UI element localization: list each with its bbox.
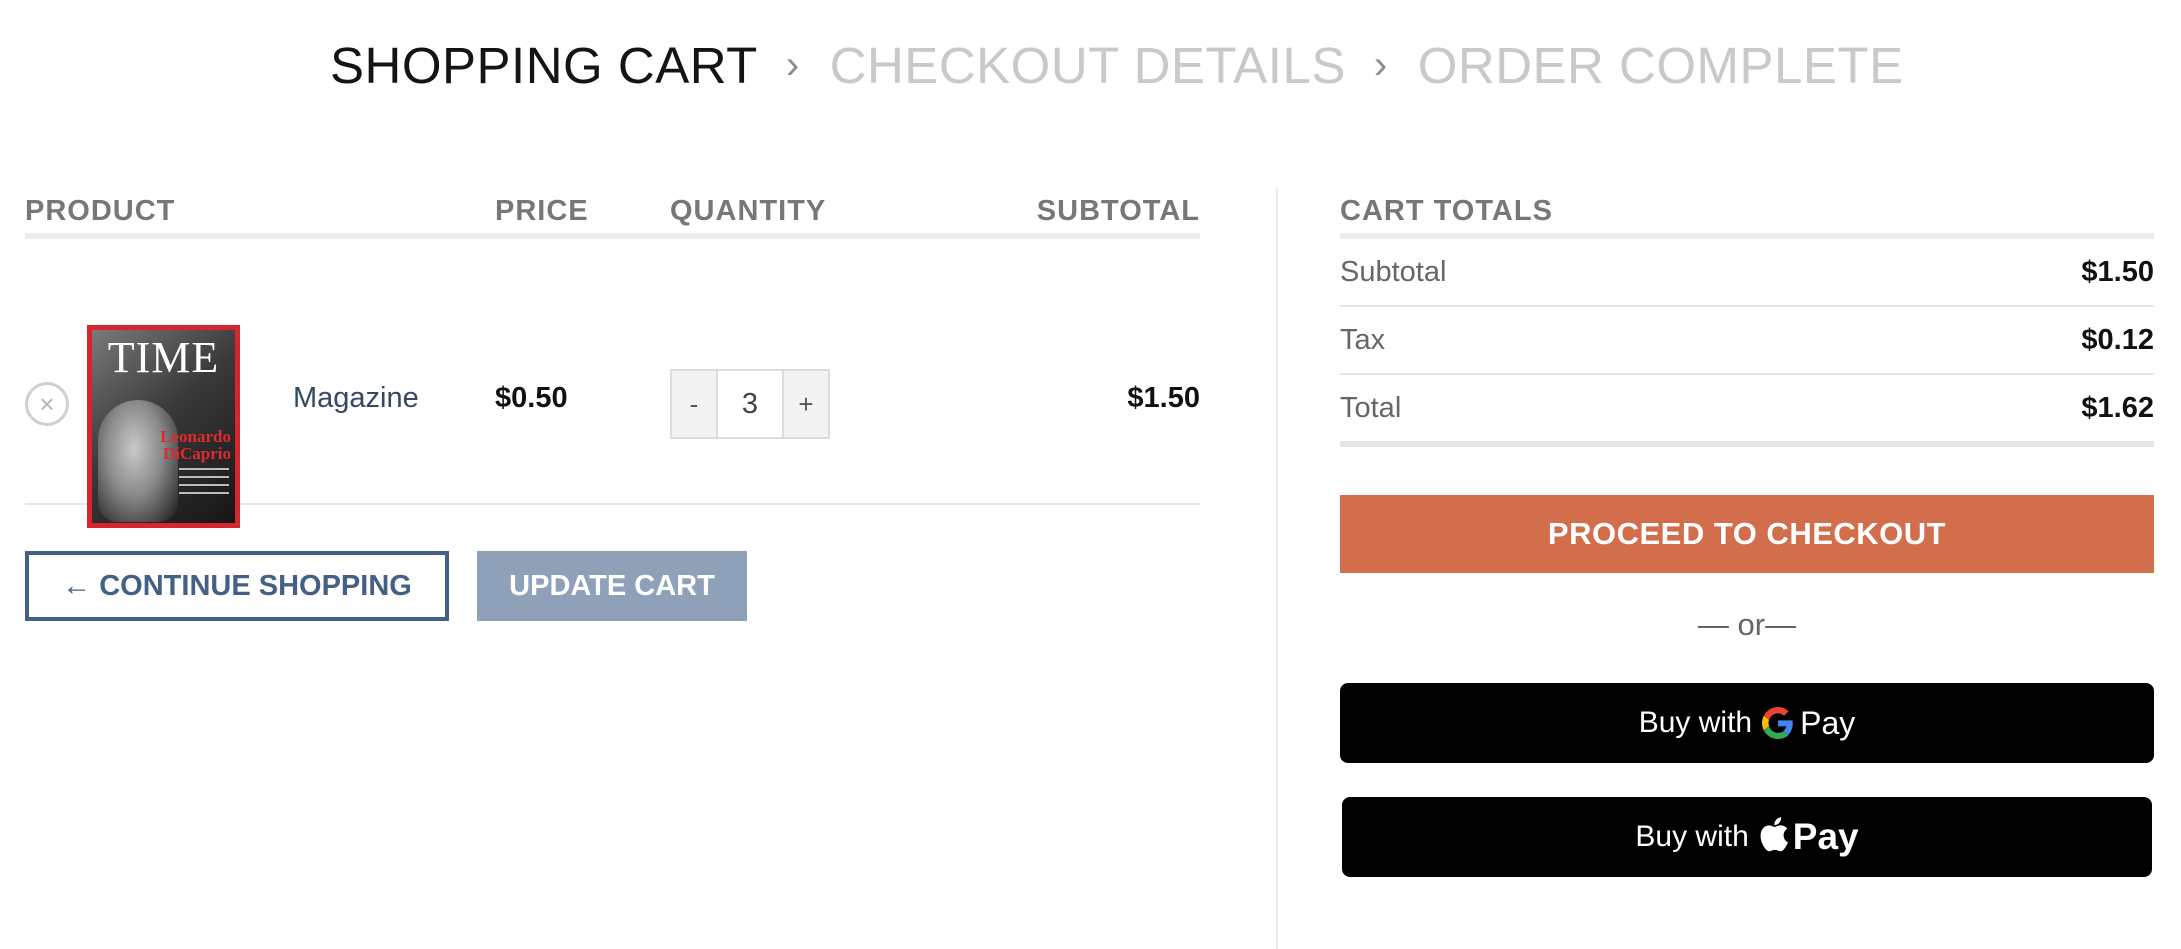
- apple-pay-prefix: Buy with: [1635, 820, 1749, 853]
- cart-table: PRODUCT PRICE QUANTITY SUBTOTAL × TIME L…: [25, 195, 1200, 528]
- column-header-subtotal: SUBTOTAL: [1036, 195, 1200, 227]
- cart-item-row: × TIME Leonardo DiCaprio Magazine $0.50 …: [25, 239, 1200, 528]
- apple-pay-word: Pay: [1792, 816, 1859, 857]
- chevron-right-icon: ›: [785, 42, 800, 87]
- totals-value: $0.12: [2081, 324, 2154, 356]
- step-shopping-cart[interactable]: SHOPPING CART: [330, 36, 758, 95]
- cart-totals: CART TOTALS Subtotal $1.50 Tax $0.12 Tot…: [1340, 195, 2154, 877]
- magazine-cover-image: TIME Leonardo DiCaprio: [92, 330, 235, 523]
- apple-pay-button[interactable]: Buy with Pay: [1342, 797, 2152, 877]
- cart-table-header: PRODUCT PRICE QUANTITY SUBTOTAL: [25, 195, 1200, 239]
- cart-totals-title: CART TOTALS: [1340, 195, 2154, 239]
- proceed-to-checkout-button[interactable]: PROCEED TO CHECKOUT: [1340, 495, 2154, 573]
- cart-actions: ← CONTINUE SHOPPING UPDATE CART: [25, 551, 747, 621]
- step-order-complete[interactable]: ORDER COMPLETE: [1418, 36, 1904, 95]
- google-pay-button[interactable]: Buy with Pay: [1340, 683, 2154, 763]
- cover-text-lines: [179, 468, 229, 500]
- quantity-decrease-button[interactable]: -: [672, 371, 716, 437]
- google-pay-prefix: Buy with: [1638, 706, 1753, 739]
- totals-label: Tax: [1340, 324, 1386, 356]
- google-pay-mark: Pay: [1762, 705, 1855, 742]
- column-divider: [1276, 188, 1278, 949]
- product-price: $0.50: [495, 382, 568, 414]
- cover-headline: Leonardo DiCaprio: [160, 427, 231, 463]
- or-separator: — or—: [1697, 607, 1797, 642]
- totals-row-subtotal: Subtotal $1.50: [1340, 239, 2154, 307]
- totals-label: Total: [1340, 392, 1402, 424]
- continue-shopping-button[interactable]: ← CONTINUE SHOPPING: [25, 551, 449, 621]
- totals-value: $1.62: [2081, 392, 2154, 424]
- quantity-stepper: - 3 +: [670, 369, 830, 439]
- totals-value: $1.50: [2081, 256, 2154, 288]
- google-pay-word: Pay: [1800, 704, 1856, 741]
- quantity-input[interactable]: 3: [716, 371, 784, 437]
- chevron-right-icon: ›: [1373, 42, 1388, 87]
- totals-row-total: Total $1.62: [1340, 375, 2154, 447]
- product-thumbnail[interactable]: TIME Leonardo DiCaprio: [87, 325, 240, 528]
- totals-label: Subtotal: [1340, 256, 1447, 288]
- google-g-icon: [1762, 707, 1793, 739]
- step-checkout-details[interactable]: CHECKOUT DETAILS: [830, 36, 1346, 95]
- magazine-masthead: TIME: [107, 333, 220, 382]
- column-header-quantity: QUANTITY: [670, 195, 827, 227]
- apple-logo-icon: [1760, 817, 1788, 852]
- column-header-price: PRICE: [495, 195, 589, 227]
- product-name-link[interactable]: Magazine: [293, 382, 419, 415]
- checkout-steps: SHOPPING CART › CHECKOUT DETAILS › ORDER…: [330, 30, 1904, 100]
- update-cart-button[interactable]: UPDATE CART: [477, 551, 747, 621]
- column-header-product: PRODUCT: [25, 195, 176, 227]
- quantity-increase-button[interactable]: +: [784, 371, 828, 437]
- item-subtotal: $1.50: [1127, 382, 1200, 414]
- totals-row-tax: Tax $0.12: [1340, 307, 2154, 375]
- remove-item-icon[interactable]: ×: [25, 382, 69, 426]
